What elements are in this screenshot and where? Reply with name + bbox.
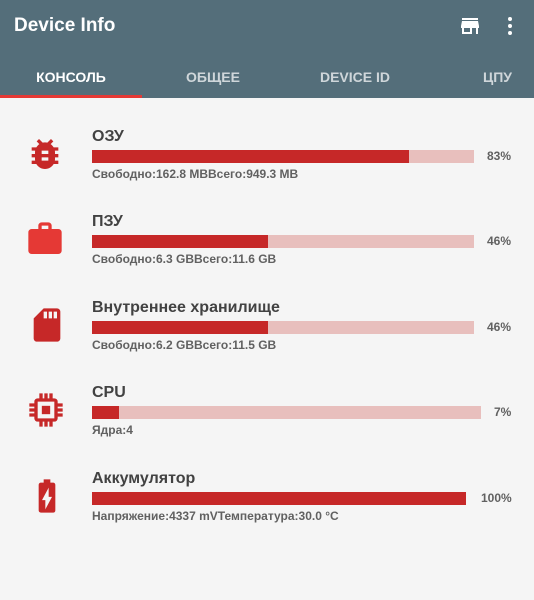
info-total: Всего:11.6 GB — [194, 252, 277, 266]
tab-general[interactable]: Общее — [142, 56, 284, 98]
row-info: Напряжение:4337 mVТемпература:30.0 °C — [92, 509, 339, 523]
progress-bar-fill — [92, 492, 466, 505]
row-info: Ядра:4 — [92, 423, 133, 437]
info-cores: Ядра:4 — [92, 423, 133, 437]
briefcase-icon — [28, 222, 62, 254]
app-title: Device Info — [14, 15, 116, 36]
info-free: Свободно:6.3 GB — [92, 252, 195, 266]
tab-cpu[interactable]: ЦПУ — [426, 56, 534, 98]
more-vert-icon[interactable] — [498, 14, 522, 38]
row-cpu[interactable]: CPU 7% Ядра:4 — [0, 384, 534, 464]
progress-bar-fill — [92, 150, 410, 163]
bug-icon — [31, 139, 59, 169]
percent-label: 83% — [487, 149, 512, 163]
progress-bar-track — [92, 492, 466, 505]
battery-charging-icon — [38, 479, 56, 513]
percent-label: 46% — [487, 234, 512, 248]
row-info: Свободно:6.3 GBВсего:11.6 GB — [92, 252, 276, 266]
console-content: ОЗУ 83% Свободно:162.8 MBВсего:949.3 MB … — [0, 98, 534, 600]
store-icon[interactable] — [458, 14, 482, 38]
tab-bar: Консоль Общее Device ID ЦПУ — [0, 56, 534, 98]
percent-label: 100% — [481, 491, 512, 505]
row-info: Свободно:6.2 GBВсего:11.5 GB — [92, 338, 276, 352]
progress-bar-track — [92, 150, 474, 163]
sd-card-icon — [33, 308, 61, 342]
info-total: Всего:11.5 GB — [194, 338, 277, 352]
info-voltage: Напряжение:4337 mV — [92, 509, 218, 523]
progress-bar-track — [92, 235, 474, 248]
row-internal-storage[interactable]: Внутреннее хранилище 46% Свободно:6.2 GB… — [0, 299, 534, 379]
progress-bar-track — [92, 321, 474, 334]
info-total: Всего:949.3 MB — [208, 167, 299, 181]
tab-device-id[interactable]: Device ID — [284, 56, 426, 98]
app-bar: Device Info Консоль Общее Device ID ЦПУ — [0, 0, 534, 98]
row-ram[interactable]: ОЗУ 83% Свободно:162.8 MBВсего:949.3 MB — [0, 128, 534, 208]
info-temperature: Температура:30.0 °C — [217, 509, 339, 523]
row-title: Аккумулятор — [92, 470, 196, 487]
progress-bar-fill — [92, 406, 120, 419]
row-battery[interactable]: Аккумулятор 100% Напряжение:4337 mVТемпе… — [0, 470, 534, 550]
progress-bar-track — [92, 406, 481, 419]
row-rom[interactable]: ПЗУ 46% Свободно:6.3 GBВсего:11.6 GB — [0, 213, 534, 293]
chip-icon — [29, 393, 63, 427]
row-title: ПЗУ — [92, 213, 123, 230]
progress-bar-fill — [92, 321, 268, 334]
tab-console[interactable]: Консоль — [0, 56, 142, 98]
percent-label: 7% — [494, 405, 512, 419]
percent-label: 46% — [487, 320, 512, 334]
row-title: CPU — [92, 384, 126, 401]
info-free: Свободно:162.8 MB — [92, 167, 209, 181]
row-title: Внутреннее хранилище — [92, 299, 280, 316]
info-free: Свободно:6.2 GB — [92, 338, 195, 352]
row-info: Свободно:162.8 MBВсего:949.3 MB — [92, 167, 298, 181]
row-title: ОЗУ — [92, 128, 124, 145]
progress-bar-fill — [92, 235, 268, 248]
